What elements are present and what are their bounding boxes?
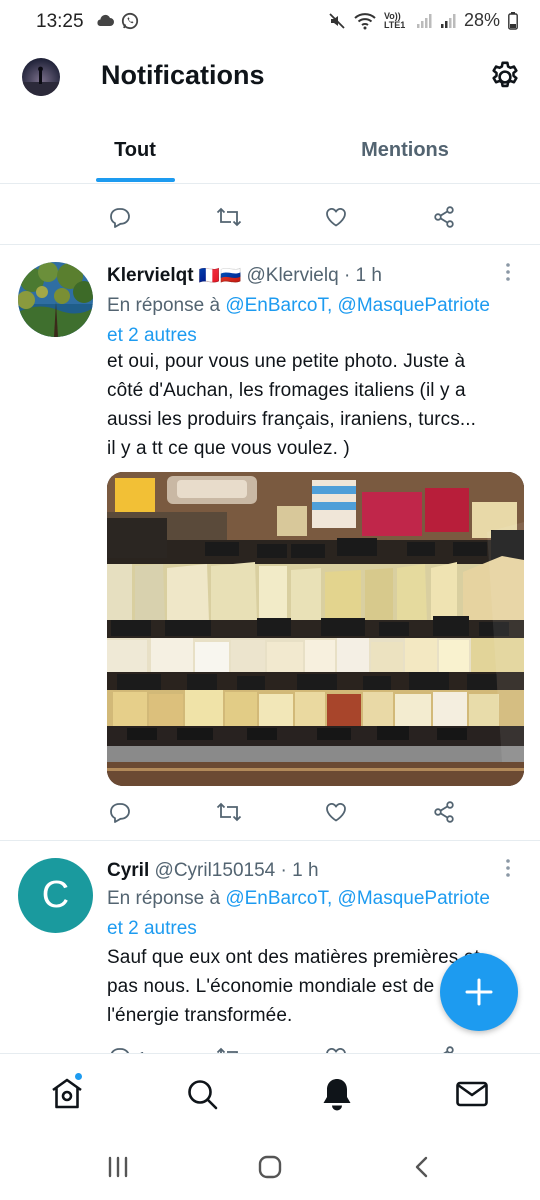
mail-icon[interactable]	[454, 1076, 490, 1112]
signal-icon	[416, 13, 432, 28]
plus-icon	[465, 978, 493, 1006]
flag-emojis: 🇫🇷🇷🇺	[198, 266, 242, 285]
reply-others[interactable]: et 2 autres	[107, 918, 197, 939]
like-button[interactable]	[324, 197, 348, 237]
reply-prefix: En réponse à	[107, 295, 221, 316]
reply-button[interactable]	[108, 792, 132, 832]
tweet-header: Klervielqt 🇫🇷🇷🇺 @Klervielq · 1 h	[107, 265, 382, 287]
reply-icon	[110, 208, 130, 228]
cloud-icon	[97, 14, 114, 26]
like-button[interactable]	[324, 792, 348, 832]
avatar[interactable]	[22, 58, 60, 96]
battery-percent: 28%	[463, 10, 500, 30]
share-button[interactable]	[432, 197, 456, 237]
compose-tweet-button[interactable]	[440, 953, 518, 1031]
handle[interactable]: @Klervielq	[247, 265, 339, 286]
tweet-text-line: et oui, pour vous une petite photo. Just…	[107, 351, 466, 372]
tweet-text-line: aussi les produirs français, iraniens, t…	[107, 409, 477, 430]
timestamp: · 1 h	[280, 860, 319, 881]
divider	[0, 244, 540, 245]
home-circle-icon[interactable]	[257, 1155, 283, 1179]
tab-mentions[interactable]: Mentions	[270, 118, 540, 184]
retweet-button[interactable]	[216, 792, 242, 832]
avatar[interactable]	[18, 262, 93, 337]
retweet-icon	[216, 207, 242, 227]
previous-tweet-remnant	[107, 185, 327, 187]
home-icon[interactable]	[49, 1076, 85, 1112]
more-options-icon[interactable]	[498, 858, 518, 878]
reply-button[interactable]	[108, 197, 132, 237]
retweet-icon	[216, 1047, 238, 1053]
tweet-actions: 1	[0, 1037, 540, 1053]
battery-icon	[508, 11, 518, 30]
bottom-nav	[0, 1053, 540, 1135]
wifi-icon	[354, 12, 376, 29]
system-nav-bar	[0, 1135, 540, 1200]
tweet-text: et oui, pour vous une petite photo. Just…	[107, 347, 527, 463]
reply-mentions[interactable]: @EnBarcoT, @MasquePatriote	[225, 295, 490, 316]
reply-context: En réponse à @EnBarcoT, @MasquePatriote …	[107, 291, 527, 351]
share-icon	[443, 1046, 454, 1053]
reply-others[interactable]: et 2 autres	[107, 325, 197, 346]
share-icon	[434, 801, 454, 823]
network-label: Vo)) LTE1	[383, 10, 406, 30]
tab-label: Mentions	[361, 139, 449, 161]
status-bar: 13:25 Vo)) LTE1 28%	[0, 0, 540, 48]
notification-feed[interactable]: Klervielqt 🇫🇷🇷🇺 @Klervielq · 1 h En répo…	[0, 185, 540, 1053]
retweet-icon	[216, 802, 242, 822]
handle[interactable]: @Cyril150154	[155, 860, 276, 881]
like-button[interactable]	[324, 1037, 348, 1053]
mute-icon	[329, 12, 345, 29]
reply-mentions[interactable]: @EnBarcoT, @MasquePatriote	[225, 888, 490, 909]
recents-icon[interactable]	[106, 1155, 130, 1179]
tweet-text-line: côté d'Auchan, les fromages italiens (il…	[107, 380, 466, 401]
reply-prefix: En réponse à	[107, 888, 221, 909]
share-button[interactable]	[432, 792, 456, 832]
retweet-button[interactable]	[216, 197, 242, 237]
heart-icon	[326, 803, 346, 822]
bell-icon[interactable]	[319, 1076, 355, 1112]
heart-icon	[326, 208, 346, 227]
search-icon[interactable]	[184, 1076, 220, 1112]
tweet-actions	[0, 197, 540, 237]
avatar-letter: C	[41, 874, 70, 916]
display-name[interactable]: Cyril	[107, 860, 149, 881]
reply-button[interactable]: 1	[108, 1037, 146, 1053]
reply-context: En réponse à @EnBarcoT, @MasquePatriote …	[107, 884, 527, 944]
reply-icon	[110, 1048, 130, 1053]
back-icon[interactable]	[410, 1155, 434, 1179]
status-time: 13:25	[36, 11, 84, 32]
active-tab-indicator	[96, 178, 175, 182]
reply-icon	[110, 803, 130, 823]
tweet-header: Cyril @Cyril150154 · 1 h	[107, 860, 319, 882]
tweet-actions	[0, 792, 540, 832]
page-title: Notifications	[101, 60, 265, 90]
cheese-counter-photo	[107, 472, 524, 786]
display-name[interactable]: Klervielqt	[107, 265, 194, 286]
tab-tout[interactable]: Tout	[0, 118, 270, 184]
avatar[interactable]: C	[18, 858, 93, 933]
heart-icon	[326, 1048, 346, 1053]
share-icon	[434, 206, 454, 228]
tweet-text-line: il y a tt ce que vous voulez. )	[107, 438, 350, 459]
header: Notifications	[0, 48, 540, 110]
more-options-icon[interactable]	[498, 262, 518, 282]
retweet-button[interactable]	[216, 1037, 242, 1053]
whatsapp-icon	[121, 12, 139, 30]
new-notification-dot	[74, 1072, 83, 1081]
tweet-photo[interactable]	[107, 472, 524, 786]
timestamp: · 1 h	[343, 265, 382, 286]
divider	[0, 840, 540, 841]
tab-bar: Tout Mentions	[0, 118, 540, 184]
gear-icon[interactable]	[488, 60, 522, 94]
signal-icon	[440, 13, 456, 28]
share-button[interactable]	[432, 1037, 456, 1053]
